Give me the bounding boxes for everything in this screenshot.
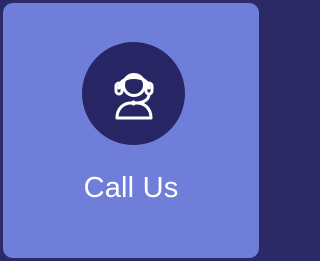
call-us-label: Call Us <box>83 172 179 204</box>
call-us-tile[interactable]: Call Us <box>3 3 259 258</box>
headset-support-icon <box>114 72 153 119</box>
headset-icon-badge <box>82 42 185 145</box>
